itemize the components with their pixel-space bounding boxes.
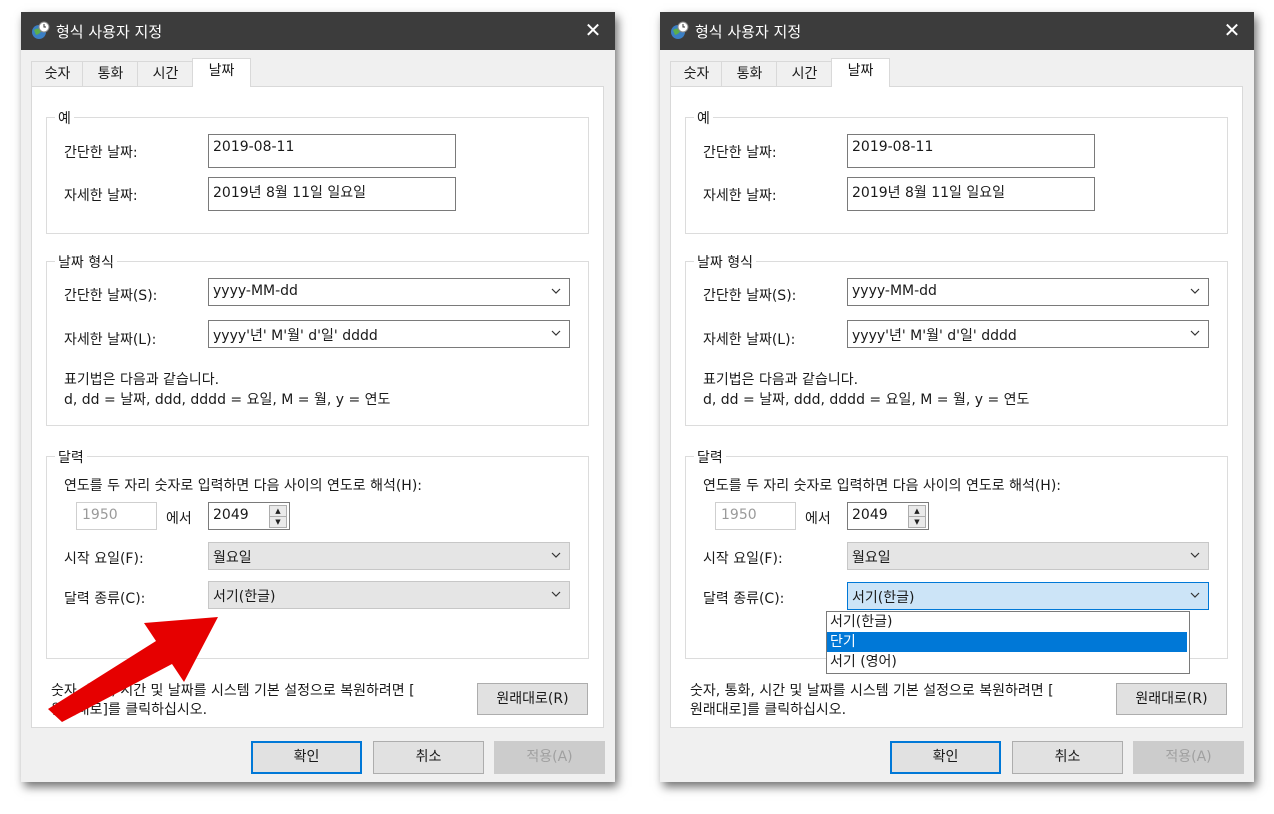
dropdown-option-dangi[interactable]: 단기	[827, 632, 1187, 652]
chevron-down-icon	[551, 552, 561, 558]
first-day-combo[interactable]: 월요일	[208, 542, 570, 570]
example-long-label: 자세한 날짜:	[64, 188, 138, 204]
notation-text-2: d, dd = 날짜, ddd, dddd = 요일, M = 월, y = 연…	[703, 392, 1030, 408]
long-date-value: yyyy'년' M'월' d'일' dddd	[213, 328, 378, 344]
chevron-down-icon	[551, 288, 561, 294]
example-group: 예 간단한 날짜: 2019-08-11 자세한 날짜: 2019년 8월 11…	[685, 108, 1228, 234]
apply-button: 적용(A)	[1133, 741, 1244, 774]
first-day-value: 월요일	[213, 550, 252, 566]
dialog-title: 형식 사용자 지정	[695, 23, 802, 41]
title-bar: 형식 사용자 지정 ✕	[21, 12, 615, 50]
short-date-value: yyyy-MM-dd	[852, 283, 937, 299]
notation-text-2: d, dd = 날짜, ddd, dddd = 요일, M = 월, y = 연…	[64, 392, 391, 408]
spin-buttons: ▲ ▼	[908, 505, 926, 528]
tab-numbers[interactable]: 숫자	[31, 61, 84, 86]
date-format-group: 날짜 형식 간단한 날짜(S): yyyy-MM-dd 자세한 날짜(L): y…	[685, 252, 1228, 426]
calendar-group-title: 달력	[694, 447, 726, 467]
calendar-type-combo[interactable]: 서기(한글)	[208, 581, 570, 609]
date-format-group-title: 날짜 형식	[55, 252, 117, 272]
date-format-group: 날짜 형식 간단한 날짜(S): yyyy-MM-dd 자세한 날짜(L): y…	[46, 252, 589, 426]
between-label: 에서	[166, 511, 192, 527]
example-short-label: 간단한 날짜:	[703, 145, 777, 161]
globe-clock-icon	[671, 21, 689, 39]
year-to-spinner[interactable]: 2049 ▲ ▼	[847, 502, 929, 530]
twodigit-year-label: 연도를 두 자리 숫자로 입력하면 다음 사이의 연도로 해석(H):	[64, 478, 423, 494]
year-from-field: 1950	[76, 502, 157, 530]
tab-numbers[interactable]: 숫자	[670, 61, 723, 86]
cancel-button[interactable]: 취소	[1012, 741, 1123, 774]
long-date-combo[interactable]: yyyy'년' M'월' d'일' dddd	[847, 320, 1209, 348]
between-label: 에서	[805, 511, 831, 527]
calendar-type-value: 서기(한글)	[852, 590, 915, 606]
dropdown-option-western-english[interactable]: 서기 (영어)	[827, 652, 1187, 672]
long-date-label: 자세한 날짜(L):	[64, 332, 157, 348]
cancel-button[interactable]: 취소	[373, 741, 484, 774]
short-date-label: 간단한 날짜(S):	[703, 288, 797, 304]
example-group-title: 예	[694, 108, 713, 128]
chevron-down-icon	[1190, 552, 1200, 558]
tab-date[interactable]: 날짜	[831, 58, 890, 87]
date-format-group-title: 날짜 형식	[694, 252, 756, 272]
first-day-value: 월요일	[852, 550, 891, 566]
calendar-type-label: 달력 종류(C):	[64, 591, 146, 607]
chevron-down-icon	[551, 591, 561, 597]
tab-currency[interactable]: 통화	[721, 61, 778, 86]
chevron-down-icon	[1190, 330, 1200, 336]
first-day-label: 시작 요일(F):	[64, 551, 144, 567]
notation-text-1: 표기법은 다음과 같습니다.	[64, 372, 220, 388]
ok-button[interactable]: 확인	[251, 741, 362, 774]
short-date-label: 간단한 날짜(S):	[64, 288, 158, 304]
dialog-title: 형식 사용자 지정	[56, 23, 163, 41]
long-date-combo[interactable]: yyyy'년' M'월' d'일' dddd	[208, 320, 570, 348]
spin-down-icon[interactable]: ▼	[269, 516, 287, 528]
red-arrow	[48, 617, 218, 722]
close-icon[interactable]: ✕	[581, 18, 605, 42]
short-date-combo[interactable]: yyyy-MM-dd	[208, 278, 570, 306]
chevron-down-icon	[551, 330, 561, 336]
globe-clock-icon	[32, 21, 50, 39]
example-long-field: 2019년 8월 11일 일요일	[847, 177, 1095, 211]
long-date-label: 자세한 날짜(L):	[703, 332, 796, 348]
reset-button[interactable]: 원래대로(R)	[477, 683, 588, 715]
first-day-combo[interactable]: 월요일	[847, 542, 1209, 570]
reset-button[interactable]: 원래대로(R)	[1116, 683, 1227, 715]
title-bar: 형식 사용자 지정 ✕	[660, 12, 1254, 50]
calendar-type-dropdown-list: 서기(한글) 단기 서기 (영어)	[826, 611, 1190, 674]
long-date-value: yyyy'년' M'월' d'일' dddd	[852, 328, 1017, 344]
calendar-group-title: 달력	[55, 447, 87, 467]
example-short-field: 2019-08-11	[208, 134, 456, 168]
tab-date[interactable]: 날짜	[192, 58, 251, 87]
first-day-label: 시작 요일(F):	[703, 551, 783, 567]
calendar-type-value: 서기(한글)	[213, 589, 276, 605]
spin-down-icon[interactable]: ▼	[908, 516, 926, 528]
example-group: 예 간단한 날짜: 2019-08-11 자세한 날짜: 2019년 8월 11…	[46, 108, 589, 234]
tab-time[interactable]: 시간	[776, 61, 833, 86]
calendar-type-label: 달력 종류(C):	[703, 591, 785, 607]
close-icon[interactable]: ✕	[1220, 18, 1244, 42]
dropdown-option-western-korean[interactable]: 서기(한글)	[827, 612, 1187, 632]
example-short-field: 2019-08-11	[847, 134, 1095, 168]
year-to-value: 2049	[213, 507, 249, 523]
chevron-down-icon	[1190, 592, 1200, 598]
apply-button: 적용(A)	[494, 741, 605, 774]
year-from-field: 1950	[715, 502, 796, 530]
short-date-combo[interactable]: yyyy-MM-dd	[847, 278, 1209, 306]
example-long-field: 2019년 8월 11일 일요일	[208, 177, 456, 211]
calendar-type-combo[interactable]: 서기(한글)	[847, 582, 1209, 610]
example-group-title: 예	[55, 108, 74, 128]
ok-button[interactable]: 확인	[890, 741, 1001, 774]
tab-time[interactable]: 시간	[137, 61, 194, 86]
tab-currency[interactable]: 통화	[82, 61, 139, 86]
short-date-value: yyyy-MM-dd	[213, 283, 298, 299]
example-short-label: 간단한 날짜:	[64, 145, 138, 161]
twodigit-year-label: 연도를 두 자리 숫자로 입력하면 다음 사이의 연도로 해석(H):	[703, 478, 1062, 494]
example-long-label: 자세한 날짜:	[703, 188, 777, 204]
reset-text-1: 숫자, 통화, 시간 및 날짜를 시스템 기본 설정으로 복원하려면 [	[690, 683, 1054, 699]
notation-text-1: 표기법은 다음과 같습니다.	[703, 372, 859, 388]
year-to-value: 2049	[852, 507, 888, 523]
chevron-down-icon	[1190, 288, 1200, 294]
spin-buttons: ▲ ▼	[269, 505, 287, 528]
reset-text-2: 원래대로]를 클릭하십시오.	[690, 702, 847, 718]
year-to-spinner[interactable]: 2049 ▲ ▼	[208, 502, 290, 530]
